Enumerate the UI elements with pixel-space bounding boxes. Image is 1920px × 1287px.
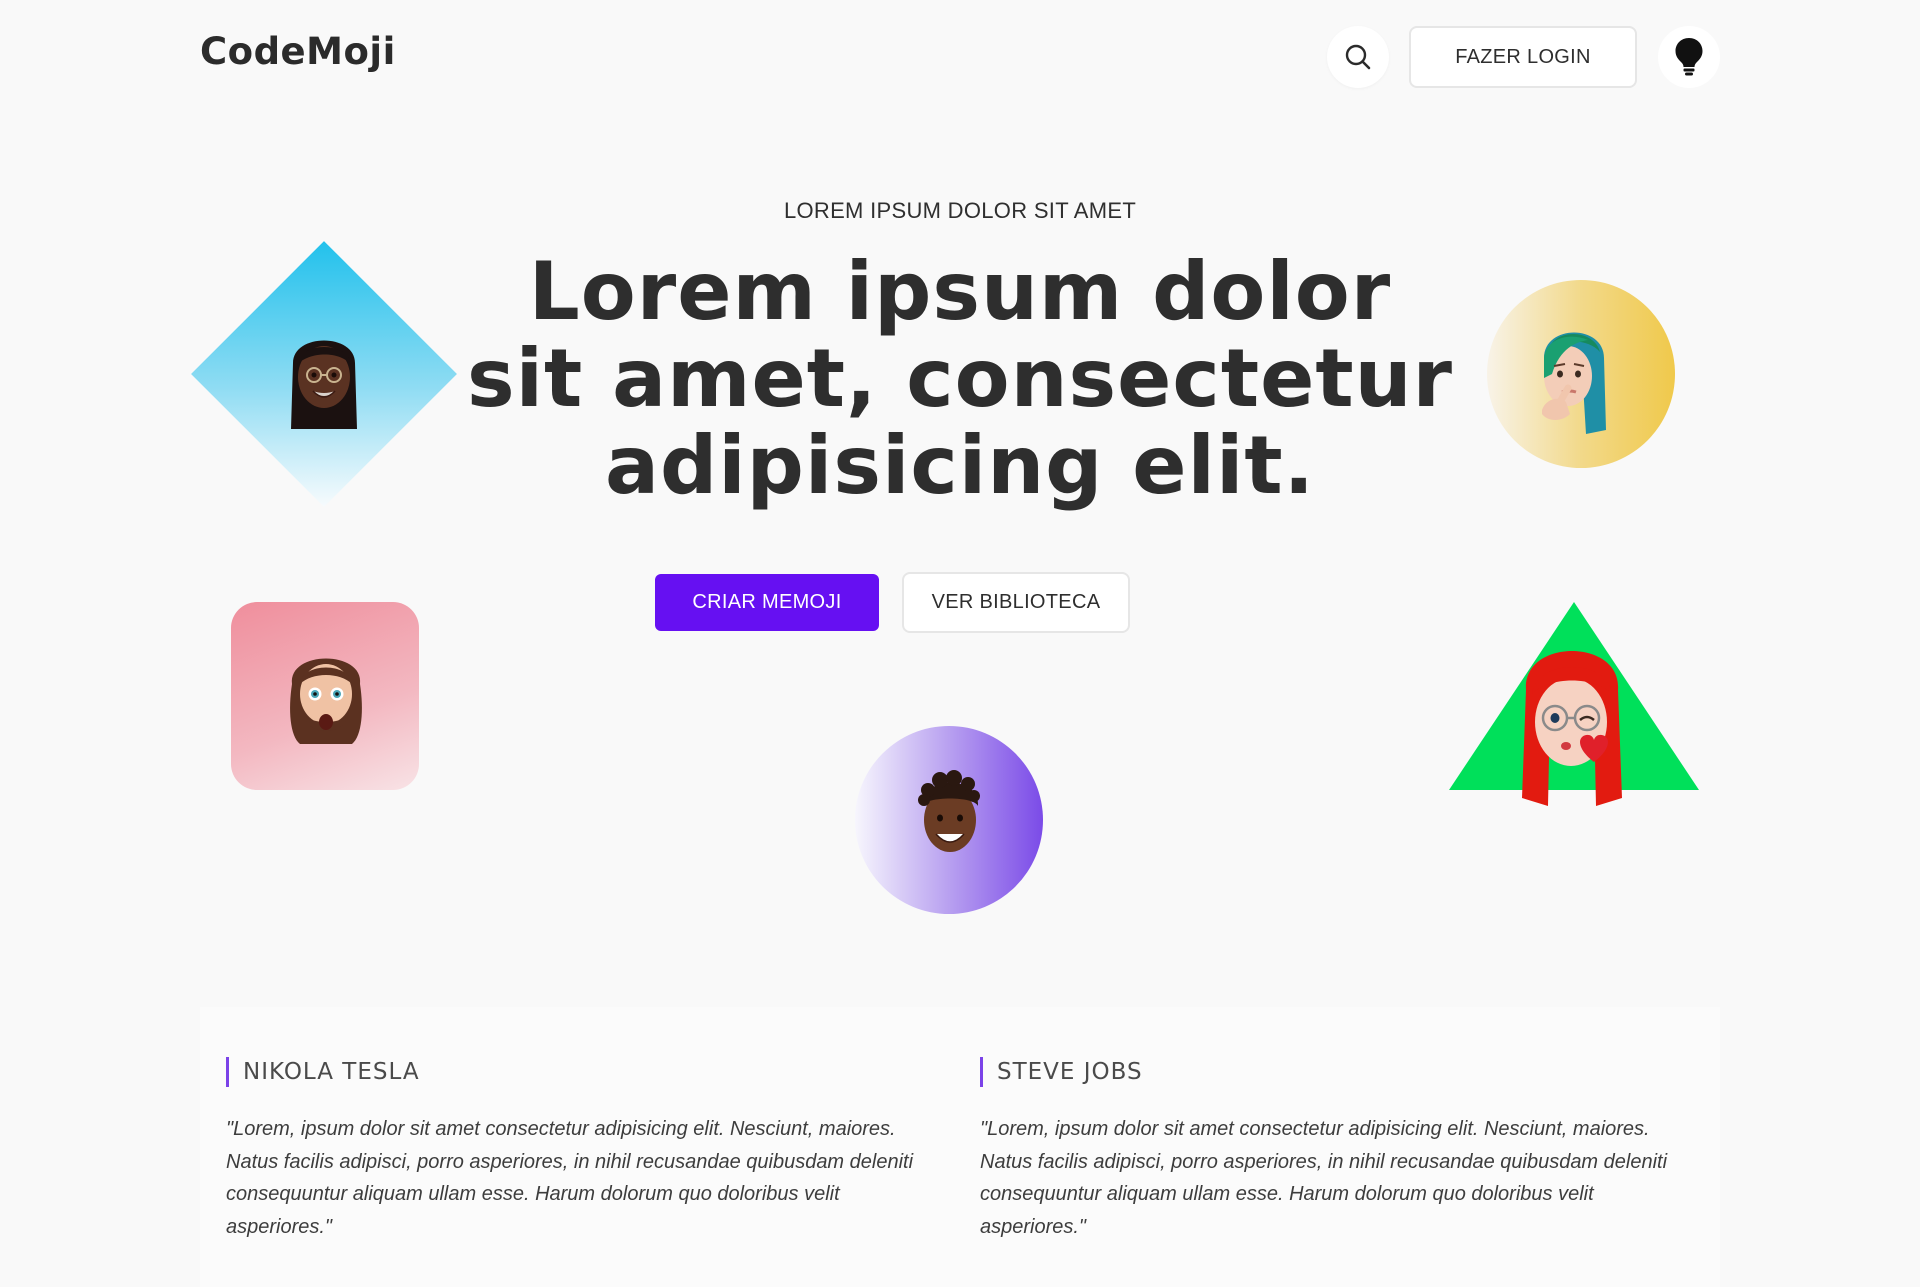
search-icon <box>1345 44 1371 70</box>
quote-text: "Lorem, ipsum dolor sit amet consectetur… <box>226 1118 914 1238</box>
memoji-woman-black-hair <box>291 340 357 429</box>
search-button[interactable] <box>1327 26 1389 88</box>
hero-title: Lorem ipsum dolor sit amet, consectetur … <box>467 245 1453 512</box>
create-memoji-button[interactable]: CRIAR MEMOJI <box>655 574 879 631</box>
login-button[interactable]: FAZER LOGIN <box>1409 26 1637 88</box>
logo[interactable]: CodeMoji <box>200 30 396 73</box>
quotes-section: NIKOLA TESLA "Lorem, ipsum dolor sit ame… <box>200 1007 1720 1287</box>
memoji-woman-red-hair <box>1522 651 1622 806</box>
memoji-man-curly-hair <box>918 770 980 852</box>
memoji-man-long-hair <box>290 658 362 744</box>
quote-author: STEVE JOBS <box>980 1057 1700 1087</box>
view-library-button[interactable]: VER BIBLIOTECA <box>902 572 1130 633</box>
hero-eyebrow: LOREM IPSUM DOLOR SIT AMET <box>783 198 1137 223</box>
page: CodeMoji FAZER LOGIN LOREM IPSUM DOLOR S… <box>0 0 1920 1287</box>
quote-card: NIKOLA TESLA "Lorem, ipsum dolor sit ame… <box>226 1057 946 1243</box>
memoji-woman-green-hair <box>1542 332 1606 434</box>
quote-text: "Lorem, ipsum dolor sit amet consectetur… <box>980 1118 1668 1238</box>
lightbulb-icon <box>1675 38 1703 76</box>
quote-author: NIKOLA TESLA <box>226 1057 946 1087</box>
theme-toggle-button[interactable] <box>1658 26 1720 88</box>
quote-card: STEVE JOBS "Lorem, ipsum dolor sit amet … <box>980 1057 1700 1243</box>
